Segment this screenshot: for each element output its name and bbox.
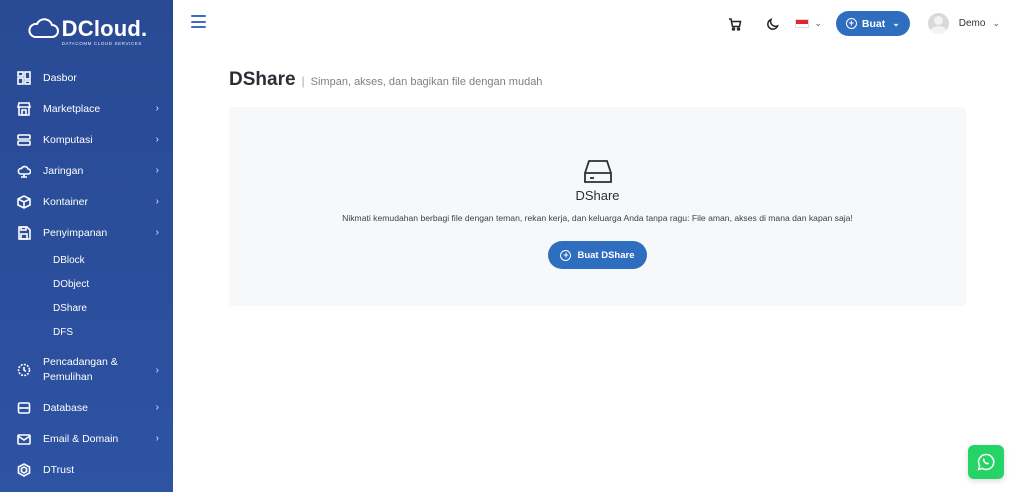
empty-state-title: DShare bbox=[575, 188, 620, 203]
page-subtitle: Simpan, akses, dan bagikan file dengan m… bbox=[310, 76, 543, 88]
sidebar: DCloud. DATACOMM CLOUD SERVICES Dasbor M… bbox=[0, 0, 173, 492]
sidebar-subitem-dblock[interactable]: DBlock bbox=[0, 248, 173, 272]
create-button-label: Buat bbox=[861, 17, 886, 30]
chevron-right-icon: › bbox=[155, 196, 159, 207]
user-name: Demo bbox=[958, 18, 986, 29]
sidebar-item-penyimpanan[interactable]: Penyimpanan › bbox=[0, 217, 173, 248]
chevron-right-icon: › bbox=[155, 165, 159, 176]
sidebar-item-label: Dasbor bbox=[43, 71, 77, 84]
sidebar-item-marketplace[interactable]: Marketplace › bbox=[0, 93, 173, 124]
top-bar-actions: ⌄ + Buat ⌄ Demo ⌄ bbox=[727, 0, 1000, 47]
sidebar-nav: Dasbor Marketplace › Komputasi › Jaringa… bbox=[0, 62, 173, 485]
plus-circle-icon: + bbox=[560, 249, 572, 261]
sidebar-subitem-dfs[interactable]: DFS bbox=[0, 320, 173, 344]
dark-mode-toggle-icon[interactable] bbox=[765, 16, 781, 32]
store-icon bbox=[16, 101, 32, 117]
sidebar-subitem-dobject[interactable]: DObject bbox=[0, 272, 173, 296]
menu-toggle-icon[interactable] bbox=[191, 15, 206, 29]
dashboard-icon bbox=[16, 70, 32, 86]
mail-icon bbox=[16, 431, 32, 447]
chevron-right-icon: › bbox=[155, 134, 159, 145]
sidebar-item-dasbor[interactable]: Dasbor bbox=[0, 62, 173, 93]
page-title: DShare bbox=[229, 69, 296, 90]
chevron-right-icon: › bbox=[155, 402, 159, 413]
sidebar-item-label: Komputasi bbox=[43, 133, 93, 146]
sidebar-item-label: Pencadangan & Pemulihan bbox=[43, 355, 156, 385]
sidebar-item-label: DTrust bbox=[43, 463, 75, 476]
indonesia-flag-icon bbox=[795, 19, 810, 28]
sidebar-item-pencadangan[interactable]: Pencadangan & Pemulihan › bbox=[0, 348, 173, 392]
title-separator: | bbox=[301, 74, 305, 88]
create-dshare-button-label: Buat DShare bbox=[577, 249, 635, 261]
brand-logo[interactable]: DCloud. DATACOMM CLOUD SERVICES bbox=[0, 0, 173, 56]
empty-state-card: DShare Nikmati kemudahan berbagi file de… bbox=[229, 107, 966, 306]
cloud-logo-icon bbox=[28, 18, 59, 38]
sidebar-item-komputasi[interactable]: Komputasi › bbox=[0, 124, 173, 155]
chevron-right-icon: › bbox=[155, 103, 159, 114]
chevron-down-icon: ⌄ bbox=[892, 18, 900, 28]
hexagon-icon bbox=[16, 462, 32, 478]
sidebar-item-label: Marketplace bbox=[43, 102, 101, 115]
sidebar-item-label-line1: Pencadangan & bbox=[43, 356, 118, 368]
sidebar-item-label: Kontainer bbox=[43, 195, 88, 208]
whatsapp-icon bbox=[977, 453, 995, 471]
top-bar: ⌄ + Buat ⌄ Demo ⌄ bbox=[173, 0, 1024, 47]
sidebar-item-label: Penyimpanan bbox=[43, 226, 108, 239]
whatsapp-button[interactable] bbox=[968, 445, 1004, 479]
cloud-network-icon bbox=[16, 163, 32, 179]
avatar bbox=[927, 13, 949, 34]
sidebar-item-jaringan[interactable]: Jaringan › bbox=[0, 155, 173, 186]
sidebar-item-label-line2: Pemulihan bbox=[43, 371, 93, 383]
database-icon bbox=[16, 400, 32, 416]
chevron-down-icon: › bbox=[155, 227, 159, 238]
main-content: DShare | Simpan, akses, dan bagikan file… bbox=[173, 47, 1024, 492]
page-header: DShare | Simpan, akses, dan bagikan file… bbox=[229, 69, 542, 91]
sidebar-item-dtrust[interactable]: DTrust bbox=[0, 454, 173, 485]
server-icon bbox=[16, 132, 32, 148]
sidebar-item-label: Jaringan bbox=[43, 164, 84, 177]
sidebar-subitem-dshare[interactable]: DShare bbox=[0, 296, 173, 320]
brand-name: DCloud. bbox=[61, 16, 148, 41]
plus-circle-icon: + bbox=[845, 18, 857, 29]
chevron-right-icon: › bbox=[155, 433, 159, 444]
language-selector[interactable]: ⌄ bbox=[795, 18, 822, 29]
chevron-down-icon: ⌄ bbox=[992, 18, 1000, 28]
create-button[interactable]: + Buat ⌄ bbox=[835, 11, 910, 36]
history-icon bbox=[16, 362, 32, 378]
sidebar-item-label: Database bbox=[43, 401, 88, 414]
cube-icon bbox=[16, 194, 32, 210]
sidebar-item-email-domain[interactable]: Email & Domain › bbox=[0, 423, 173, 454]
sidebar-item-kontainer[interactable]: Kontainer › bbox=[0, 186, 173, 217]
chevron-down-icon: ⌄ bbox=[814, 18, 822, 28]
sidebar-item-database[interactable]: Database › bbox=[0, 392, 173, 423]
cart-icon[interactable] bbox=[727, 16, 743, 32]
create-dshare-button[interactable]: + Buat DShare bbox=[548, 241, 647, 269]
save-icon bbox=[16, 225, 32, 241]
chevron-right-icon: › bbox=[155, 364, 159, 376]
sidebar-item-label: Email & Domain bbox=[43, 432, 119, 445]
hard-drive-icon bbox=[583, 159, 613, 185]
empty-state-description: Nikmati kemudahan berbagi file dengan te… bbox=[342, 213, 853, 223]
user-menu[interactable]: Demo ⌄ bbox=[927, 13, 1000, 34]
brand-tagline: DATACOMM CLOUD SERVICES bbox=[61, 41, 142, 46]
